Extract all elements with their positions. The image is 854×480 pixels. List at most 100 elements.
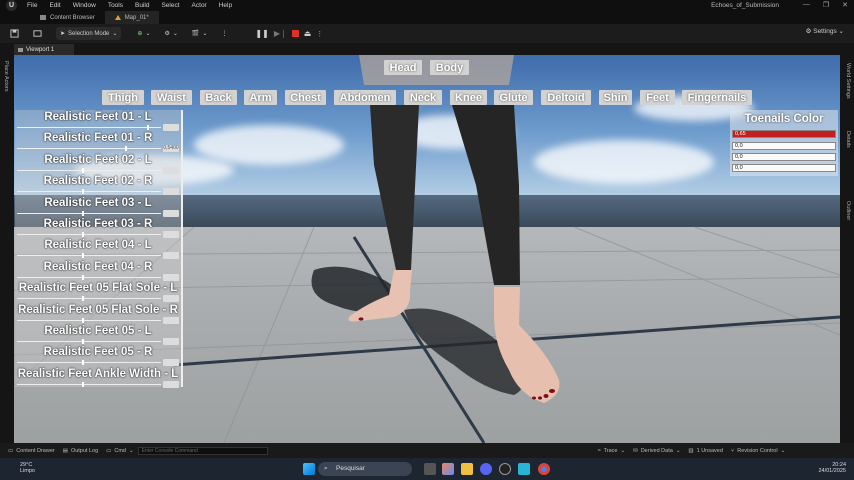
slider-value-box[interactable] xyxy=(163,209,179,217)
console-input[interactable]: Enter Console Command xyxy=(137,446,268,455)
color-field-r[interactable]: 0,65 xyxy=(732,130,836,138)
eject-icon[interactable]: ⏏ xyxy=(304,29,312,38)
menu-file[interactable]: File xyxy=(27,2,37,9)
menu-tools[interactable]: Tools xyxy=(108,2,123,9)
unreal-engine-icon[interactable] xyxy=(499,463,511,475)
viewport-tab[interactable]: Viewport 1 xyxy=(14,44,74,55)
chrome-icon[interactable] xyxy=(538,463,550,475)
world-settings-tab[interactable]: World Settings xyxy=(845,63,851,99)
morph-slider-row[interactable]: Realistic Feet 03 - R xyxy=(15,217,181,239)
tab-content-browser[interactable]: Content Browser xyxy=(30,11,105,24)
slider-track[interactable] xyxy=(17,319,161,321)
menu-edit[interactable]: Edit xyxy=(49,2,60,9)
slider-value-box[interactable] xyxy=(163,273,179,281)
slider-track[interactable] xyxy=(17,298,161,300)
body-button[interactable]: Body xyxy=(430,60,469,75)
slider-track[interactable] xyxy=(17,169,161,171)
category-chest-button[interactable]: Chest xyxy=(285,90,326,105)
slider-track[interactable] xyxy=(17,362,161,364)
unreal-logo-icon[interactable]: U xyxy=(6,0,17,11)
category-deltoid-button[interactable]: Deltoid xyxy=(541,90,591,105)
weather-widget[interactable]: 29°C Limpo xyxy=(8,462,35,474)
category-waist-button[interactable]: Waist xyxy=(151,90,192,105)
slider-handle[interactable] xyxy=(81,189,84,195)
category-neck-button[interactable]: Neck xyxy=(404,90,442,105)
morph-slider-row[interactable]: Realistic Feet 02 - R xyxy=(15,174,181,196)
menu-help[interactable]: Help xyxy=(219,2,232,9)
morph-slider-row[interactable]: Realistic Feet 01 - R 0,5400 xyxy=(15,131,181,153)
morph-slider-row[interactable]: Realistic Feet 03 - L xyxy=(15,196,181,218)
slider-handle[interactable] xyxy=(81,360,84,366)
menu-window[interactable]: Window xyxy=(73,2,96,9)
outliner-tab[interactable]: Outliner xyxy=(845,201,851,220)
trace-button[interactable]: ≈ Trace ⌄ xyxy=(598,448,626,454)
morph-slider-row[interactable]: Realistic Feet 05 - L xyxy=(15,324,181,346)
slider-value-box[interactable]: 0,5400 xyxy=(163,145,179,153)
morph-slider-row[interactable]: Realistic Feet 02 - L xyxy=(15,153,181,175)
slider-value-box[interactable] xyxy=(163,188,179,196)
slider-value-box[interactable] xyxy=(163,338,179,345)
output-log-button[interactable]: ▤ Output Log xyxy=(63,448,98,454)
category-knee-button[interactable]: Knee xyxy=(450,90,487,105)
cinematics-button[interactable]: 🎬 ⌄ xyxy=(188,27,212,40)
system-clock[interactable]: 20:24 24/01/2025 xyxy=(818,462,846,474)
selection-mode-button[interactable]: ➤ Selection Mode ⌄ xyxy=(56,27,122,40)
morph-slider-row[interactable]: Realistic Feet 04 - R xyxy=(15,260,181,282)
slider-handle[interactable] xyxy=(81,296,84,302)
place-actors-tab[interactable]: Place Actors xyxy=(3,61,9,92)
cmd-button[interactable]: ▭ Cmd ⌄ xyxy=(106,448,133,454)
taskbar-search[interactable]: ⌕ Pesquisar xyxy=(318,462,412,476)
category-feet-button[interactable]: Feet xyxy=(640,90,675,105)
slider-value-box[interactable] xyxy=(163,124,179,131)
slider-value-box[interactable] xyxy=(163,166,179,174)
slider-value-box[interactable] xyxy=(163,231,179,238)
step-icon[interactable]: ▶❘ xyxy=(274,29,287,38)
stop-icon[interactable] xyxy=(291,30,299,37)
category-back-button[interactable]: Back xyxy=(200,90,237,105)
blueprint-button[interactable]: ⚙ ⌄ xyxy=(160,27,181,40)
slider-track[interactable] xyxy=(17,234,161,235)
minimize-icon[interactable]: — xyxy=(803,1,810,9)
slider-handle[interactable] xyxy=(81,167,84,173)
slider-handle[interactable] xyxy=(81,210,84,216)
slider-track[interactable] xyxy=(17,191,161,193)
details-tab[interactable]: Details xyxy=(845,131,851,148)
morph-slider-row[interactable]: Realistic Feet 01 - L xyxy=(15,110,181,132)
file-explorer-icon[interactable] xyxy=(461,463,473,475)
slider-track[interactable] xyxy=(17,276,161,278)
more-options-icon[interactable]: ⋮ xyxy=(217,27,231,40)
category-glute-button[interactable]: Glute xyxy=(494,90,533,105)
maximize-icon[interactable]: ❐ xyxy=(823,1,829,9)
menu-select[interactable]: Select xyxy=(161,2,179,9)
slider-value-box[interactable] xyxy=(163,359,179,367)
content-browser-toolbar-icon[interactable] xyxy=(29,27,46,40)
settings-button[interactable]: ⚙ Settings ⌄ xyxy=(806,27,844,35)
category-shin-button[interactable]: Shin xyxy=(599,90,632,105)
slider-value-box[interactable] xyxy=(163,295,179,303)
add-actor-button[interactable]: ⊕ ⌄ xyxy=(133,27,154,40)
slider-value-box[interactable] xyxy=(163,252,179,260)
menu-build[interactable]: Build xyxy=(135,2,149,9)
slider-handle[interactable] xyxy=(81,381,84,387)
slider-value-box[interactable] xyxy=(163,380,179,388)
category-arm-button[interactable]: Arm xyxy=(244,90,277,105)
discord-icon[interactable] xyxy=(480,463,492,475)
slider-handle[interactable] xyxy=(81,274,84,280)
level-viewport[interactable]: Head Body Thigh Waist Back Arm Chest Abd… xyxy=(14,55,840,443)
more-options-icon[interactable]: ⋮ xyxy=(316,30,323,38)
pause-icon[interactable]: ❚❚ xyxy=(255,29,268,38)
slider-handle[interactable] xyxy=(81,317,84,323)
start-icon[interactable] xyxy=(303,463,315,475)
morph-slider-row[interactable]: Realistic Feet 05 - R xyxy=(15,345,181,367)
morph-slider-row[interactable]: Realistic Feet 05 Flat Sole - L xyxy=(15,281,181,303)
slider-value-box[interactable] xyxy=(163,316,179,324)
save-icon[interactable] xyxy=(6,27,23,40)
task-view-icon[interactable] xyxy=(424,463,436,475)
slider-handle[interactable] xyxy=(81,253,84,259)
category-fingernails-button[interactable]: Fingernails xyxy=(682,90,752,105)
morph-slider-row[interactable]: Realistic Feet Ankle Width - L xyxy=(15,367,181,389)
color-field-g[interactable]: 0,0 xyxy=(732,142,836,150)
derived-data-button[interactable]: ⛁ Derived Data ⌄ xyxy=(633,448,680,454)
color-field-b[interactable]: 0,0 xyxy=(732,153,836,161)
slider-track[interactable] xyxy=(17,148,161,150)
